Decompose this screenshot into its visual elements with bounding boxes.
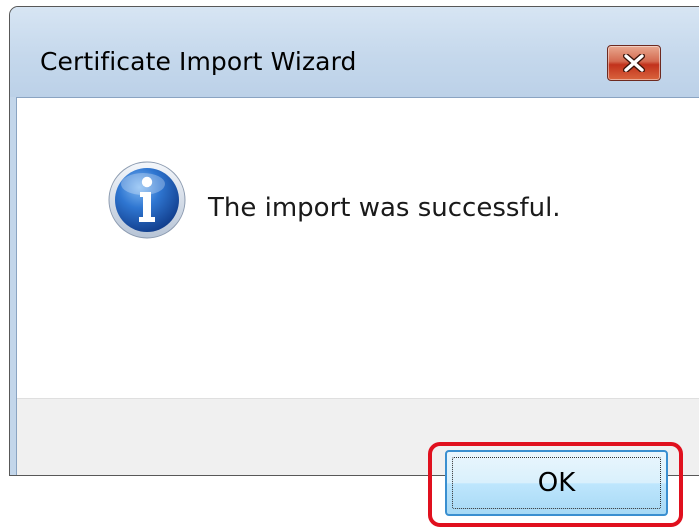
dialog-window: Certificate Import Wizard The import was… bbox=[9, 6, 699, 527]
title-bar[interactable]: Certificate Import Wizard bbox=[10, 7, 699, 97]
close-x-icon bbox=[623, 54, 645, 72]
dialog-body: The import was successful. OK bbox=[16, 97, 699, 527]
button-bar: OK bbox=[17, 398, 699, 527]
window-title: Certificate Import Wizard bbox=[40, 47, 357, 76]
ok-button[interactable]: OK bbox=[445, 450, 668, 516]
message-area: The import was successful. bbox=[17, 98, 699, 398]
close-button[interactable] bbox=[607, 45, 661, 81]
success-message: The import was successful. bbox=[208, 193, 561, 223]
information-icon bbox=[108, 161, 186, 239]
